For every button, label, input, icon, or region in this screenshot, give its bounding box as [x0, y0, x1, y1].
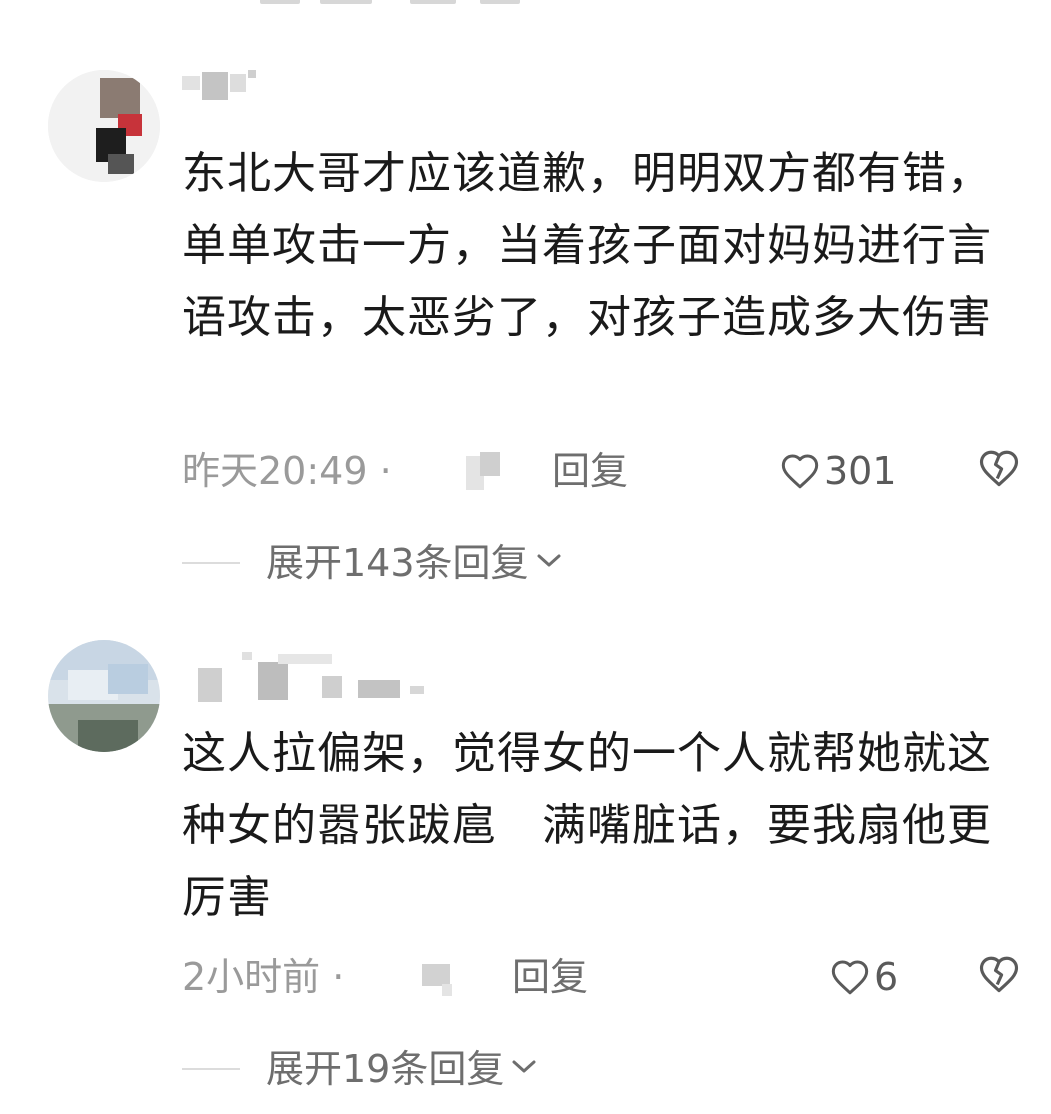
broken-heart-icon: [978, 956, 1020, 998]
comment-time: 2小时前 ·: [182, 955, 345, 999]
expand-replies-label: 展开143条回复: [266, 541, 529, 585]
divider-line: [182, 562, 240, 564]
expand-replies-label: 展开19条回复: [266, 1047, 505, 1091]
previous-comment-fragment: [260, 0, 540, 8]
username-pixelated[interactable]: [182, 652, 442, 702]
chevron-down-icon: [510, 1057, 538, 1081]
like-button[interactable]: 6: [830, 952, 898, 1002]
avatar[interactable]: [48, 640, 160, 752]
comment-list: 东北大哥才应该道歉，明明双方都有错，单单攻击一方，当着孩子面对妈妈进行言语攻击，…: [0, 0, 1051, 1114]
comment-time: 昨天20:49 ·: [182, 449, 392, 493]
chevron-down-icon: [535, 551, 563, 575]
heart-outline-icon: [830, 958, 870, 996]
like-button[interactable]: 301: [780, 446, 897, 496]
divider-line: [182, 1068, 240, 1070]
comment-meta: 2小时前 · 回复 6: [182, 952, 1032, 1002]
reply-button[interactable]: 回复: [552, 446, 628, 496]
comment-text: 东北大哥才应该道歉，明明双方都有错，单单攻击一方，当着孩子面对妈妈进行言语攻击，…: [182, 148, 992, 343]
heart-outline-icon: [780, 452, 820, 490]
location-pixelated: [464, 452, 504, 492]
dislike-button[interactable]: [978, 954, 1020, 998]
avatar[interactable]: [48, 70, 160, 182]
like-count: 301: [824, 449, 897, 493]
comment-text: 这人拉偏架，觉得女的一个人就帮她就这种女的嚣张跋扈 满嘴脏话，要我扇他更厉害: [182, 728, 992, 923]
comment-meta: 昨天20:49 · 回复 301: [182, 446, 1032, 496]
expand-replies-button[interactable]: 展开143条回复: [182, 538, 563, 588]
like-count: 6: [874, 955, 899, 999]
broken-heart-icon: [978, 450, 1020, 492]
username-pixelated[interactable]: [182, 70, 262, 106]
expand-replies-button[interactable]: 展开19条回复: [182, 1044, 538, 1094]
location-pixelated: [422, 958, 462, 998]
reply-button[interactable]: 回复: [512, 952, 588, 1002]
dislike-button[interactable]: [978, 448, 1020, 492]
